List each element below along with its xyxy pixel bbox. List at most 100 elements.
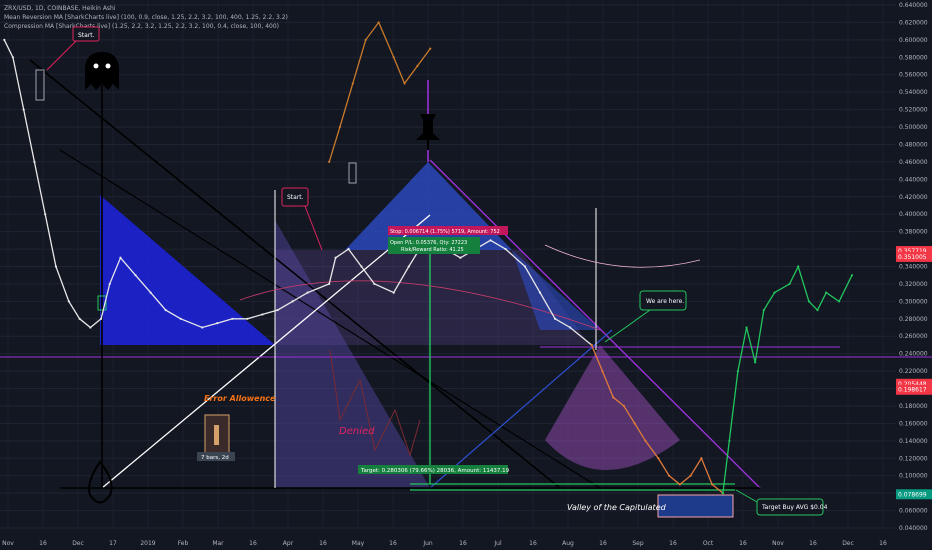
series-point	[179, 317, 182, 320]
ghost-icon	[85, 52, 119, 90]
y-tick-label: 0.480000	[899, 141, 928, 148]
x-tick-label: 17	[109, 540, 117, 547]
x-tick-label: 16	[249, 540, 257, 547]
series-point	[201, 326, 204, 329]
series-point	[762, 308, 765, 312]
series-point	[134, 274, 137, 277]
series-point	[538, 291, 542, 294]
series-point	[700, 457, 703, 460]
series-point	[807, 300, 811, 303]
series-point	[816, 308, 819, 312]
series-point	[3, 38, 6, 41]
series-point	[149, 291, 152, 294]
series-point	[754, 361, 757, 364]
y-tick-label: 0.220000	[899, 368, 928, 375]
series-point	[261, 313, 264, 316]
indicator-line-2: Compression MA [SharkCharts live] (1.25,…	[4, 23, 279, 30]
x-tick-label: Dec	[72, 540, 84, 547]
series-point	[306, 291, 309, 294]
series-point	[392, 56, 395, 59]
open-pl-label: Open P/L: 0.05376, Qty: 27223	[390, 240, 467, 246]
series-point	[504, 247, 507, 251]
x-tick-label: Sep	[632, 540, 644, 547]
x-tick-label: Apr	[283, 540, 294, 547]
y-tick-label: 0.580000	[899, 54, 928, 61]
series-point	[44, 213, 47, 216]
x-tick-label: Dec	[842, 540, 854, 547]
series-point	[246, 317, 249, 320]
y-tick-label: 0.180000	[899, 403, 928, 410]
price-tag-label: 0.078699	[898, 491, 927, 498]
series-point	[328, 160, 331, 163]
series-point	[850, 274, 854, 277]
y-tick-label: 0.460000	[899, 159, 928, 166]
series-point	[377, 21, 380, 24]
y-tick-label: 0.420000	[899, 194, 928, 201]
valley-box	[657, 494, 734, 518]
callout-target-buy: Target Buy AVG $0.04	[735, 489, 828, 516]
x-tick-label: Jun	[422, 540, 433, 547]
x-tick-label: 16	[459, 540, 467, 547]
x-tick-label: Feb	[178, 540, 189, 547]
error-allowance-label: Error Allowence	[204, 394, 276, 403]
x-tick-label: May	[352, 540, 365, 547]
series-point	[416, 64, 419, 68]
price-tag-label: 0.198617	[898, 387, 927, 394]
series-point	[334, 256, 337, 259]
y-tick-label: 0.260000	[899, 333, 928, 340]
start-mid-label: Start.	[287, 194, 304, 201]
x-tick-label: 16	[739, 540, 747, 547]
series-point	[164, 308, 167, 312]
price-chart[interactable]: 0.640000 0.620000 0.600000 0.580000 0.560000…	[0, 0, 932, 550]
callout-we-are-here: We are here.	[604, 290, 687, 343]
bars-range-label: 7 bars, 2d	[201, 455, 229, 461]
series-line-2	[722, 264, 853, 494]
y-tick-label: 0.400000	[899, 211, 928, 218]
price-tag-label: 0.351005	[898, 254, 927, 261]
series-point	[328, 282, 331, 286]
ghost-eye-right	[105, 63, 111, 69]
series-point	[837, 300, 841, 303]
series-point	[216, 322, 219, 325]
series-point	[67, 300, 70, 303]
start-top-label: Start.	[78, 32, 95, 39]
target-buy-label: Target Buy AVG $0.04	[761, 504, 828, 511]
x-tick-label: Jul	[493, 540, 502, 547]
x-tick-label: 16	[879, 540, 887, 547]
y-tick-label: 0.140000	[899, 438, 928, 445]
chart-stage[interactable]: 0.640000 0.620000 0.600000 0.580000 0.560000…	[0, 0, 932, 550]
x-tick-label: 16	[319, 540, 327, 547]
x-tick-label: 16	[529, 540, 537, 547]
x-tick-label: Oct	[703, 540, 714, 547]
we-are-here-label: We are here.	[646, 298, 684, 305]
series-point	[612, 396, 615, 399]
x-tick-label: 2019	[140, 540, 155, 547]
blue-triangle-left	[100, 195, 275, 345]
fan-shape	[545, 345, 680, 470]
y-tick-label: 0.060000	[899, 508, 928, 515]
x-tick-label: 16	[669, 540, 677, 547]
series-point	[601, 370, 604, 373]
y-tick-label: 0.440000	[899, 176, 928, 183]
x-tick-label: Aug	[562, 540, 574, 547]
series-point	[553, 317, 557, 320]
series-point	[403, 82, 406, 85]
x-tick-label: 16	[809, 540, 817, 547]
indicator-line-1: Mean Reversion MA [SharkCharts live] (10…	[4, 14, 288, 21]
x-tick-label: 16	[39, 540, 47, 547]
series-point	[736, 370, 740, 373]
y-tick-label: 0.040000	[899, 525, 928, 532]
series-point	[429, 47, 432, 50]
series-point	[825, 291, 828, 294]
y-tick-label: 0.380000	[899, 229, 928, 236]
series-point	[622, 404, 626, 408]
y-tick-label: 0.340000	[899, 264, 928, 271]
target-label: Target: 0.280306 (79.66%) 28036, Amount:…	[360, 468, 510, 474]
series-point	[459, 256, 462, 259]
series-point	[33, 160, 36, 163]
series-point	[633, 422, 636, 425]
stop-label: Stop: 0.006714 (1.75%) 5719, Amount: 752	[390, 229, 500, 235]
series-point	[721, 492, 724, 495]
denied-label: Denied	[339, 426, 375, 437]
series-point	[78, 317, 81, 320]
